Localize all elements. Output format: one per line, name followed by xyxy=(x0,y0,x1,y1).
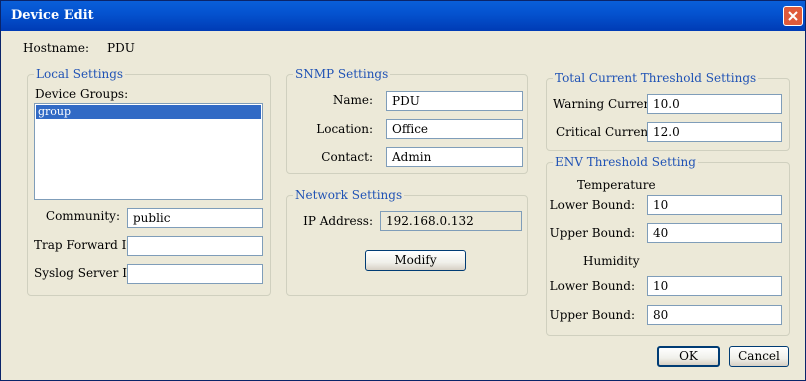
modify-button[interactable]: Modify xyxy=(365,250,466,271)
network-settings-group: Network Settings IP Address: 192.168.0.1… xyxy=(286,188,528,296)
trap-forward-label: Trap Forward IP: xyxy=(34,238,139,252)
name-field[interactable]: PDU xyxy=(386,91,523,111)
ip-address-field: 192.168.0.132 xyxy=(380,211,522,231)
hum-upper-bound-field[interactable]: 80 xyxy=(647,305,782,325)
snmp-settings-legend: SNMP Settings xyxy=(293,67,391,81)
close-icon xyxy=(788,11,798,21)
syslog-server-label: Syslog Server IP: xyxy=(34,266,139,280)
window-title: Device Edit xyxy=(11,8,94,23)
ok-button[interactable]: OK xyxy=(657,346,720,367)
name-label: Name: xyxy=(332,93,373,107)
hostname-value: PDU xyxy=(107,41,135,55)
temp-lower-bound-label: Lower Bound: xyxy=(549,198,635,212)
snmp-settings-group: SNMP Settings Name: PDU Location: Office… xyxy=(286,67,528,174)
total-current-threshold-legend: Total Current Threshold Settings xyxy=(553,71,759,85)
hum-lower-bound-label: Lower Bound: xyxy=(549,279,635,293)
temp-lower-bound-field[interactable]: 10 xyxy=(647,195,782,215)
location-label: Location: xyxy=(316,122,373,136)
contact-label: Contact: xyxy=(321,150,373,164)
community-field[interactable]: public xyxy=(127,208,263,228)
hum-lower-bound-field[interactable]: 10 xyxy=(647,276,782,296)
list-item[interactable]: group xyxy=(36,105,261,119)
warning-current-label: Warning Current: xyxy=(553,97,661,111)
env-threshold-group: ENV Threshold Setting Temperature Lower … xyxy=(546,155,790,336)
critical-current-field[interactable]: 12.0 xyxy=(647,122,782,142)
device-edit-dialog: Device Edit Hostname: PDU Local Settings… xyxy=(0,0,806,381)
temp-upper-bound-field[interactable]: 40 xyxy=(647,223,782,243)
temp-upper-bound-label: Upper Bound: xyxy=(549,226,635,240)
ip-address-label: IP Address: xyxy=(303,214,373,228)
title-bar[interactable]: Device Edit xyxy=(1,1,805,31)
contact-field[interactable]: Admin xyxy=(386,147,523,167)
device-groups-list[interactable]: group xyxy=(34,103,263,200)
warning-current-field[interactable]: 10.0 xyxy=(647,94,782,114)
trap-forward-ip-field[interactable] xyxy=(127,236,263,256)
humidity-label: Humidity xyxy=(583,254,640,268)
env-threshold-legend: ENV Threshold Setting xyxy=(553,155,698,169)
device-groups-label: Device Groups: xyxy=(35,87,129,101)
network-settings-legend: Network Settings xyxy=(293,188,405,202)
critical-current-label: Critical Current: xyxy=(556,125,658,139)
local-settings-group: Local Settings Device Groups: group Comm… xyxy=(27,67,271,296)
total-current-threshold-group: Total Current Threshold Settings Warning… xyxy=(546,71,790,151)
syslog-server-ip-field[interactable] xyxy=(127,264,263,284)
close-button[interactable] xyxy=(783,6,803,26)
local-settings-legend: Local Settings xyxy=(34,67,126,81)
cancel-button[interactable]: Cancel xyxy=(729,346,789,367)
community-label: Community: xyxy=(45,209,120,223)
hum-upper-bound-label: Upper Bound: xyxy=(549,308,635,322)
temperature-label: Temperature xyxy=(577,178,656,192)
location-field[interactable]: Office xyxy=(386,119,523,139)
hostname-label: Hostname: xyxy=(23,41,90,55)
